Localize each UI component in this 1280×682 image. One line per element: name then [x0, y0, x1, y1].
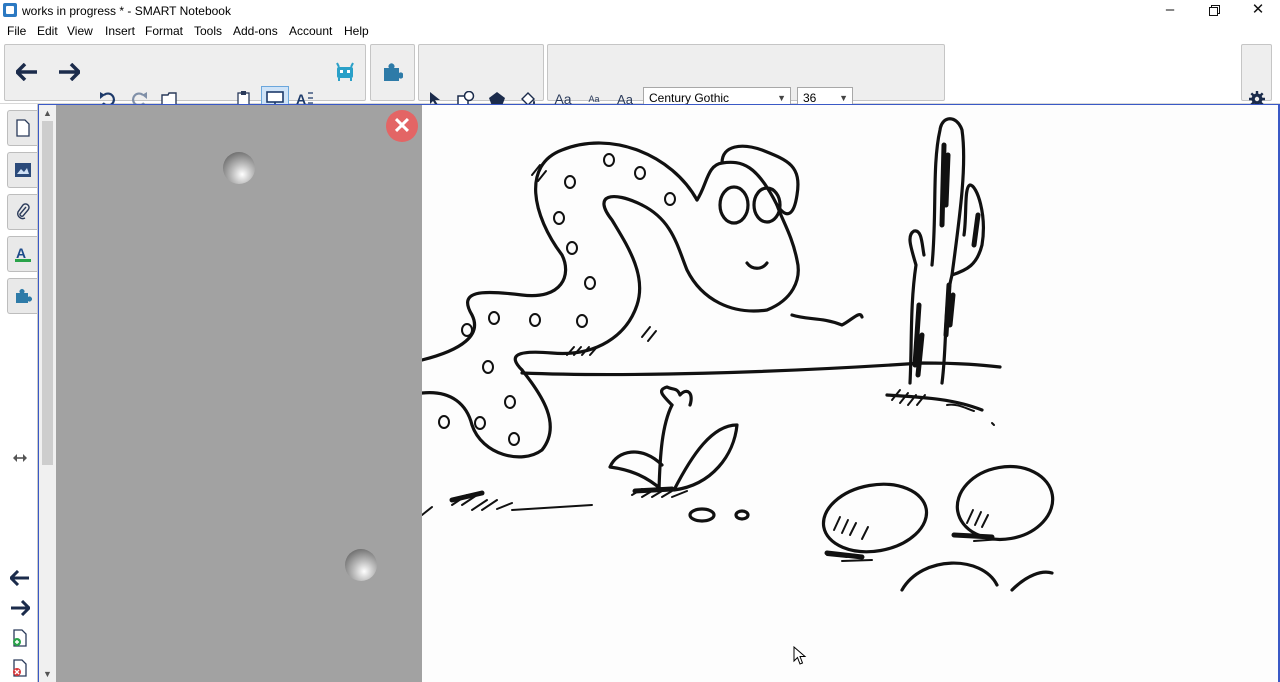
whiteboard-canvas[interactable]	[422, 104, 1280, 682]
menu-file[interactable]: File	[7, 24, 26, 38]
delete-page-icon	[13, 659, 27, 677]
gray-sphere-object[interactable]	[223, 152, 255, 184]
svg-text:A: A	[16, 245, 26, 261]
add-page-icon	[13, 629, 27, 647]
scroll-thumb[interactable]	[42, 121, 53, 465]
title-bar: works in progress * - SMART Notebook – ✕	[0, 0, 1280, 22]
close-panel-button[interactable]: ✕	[386, 110, 418, 142]
horizontal-resize-icon	[13, 454, 27, 462]
menu-tools[interactable]: Tools	[194, 24, 222, 38]
tab-attachments[interactable]	[7, 194, 37, 230]
arrow-left-icon	[16, 63, 37, 81]
close-window-button[interactable]: ✕	[1236, 0, 1280, 22]
next-page-icon	[11, 600, 30, 616]
tab-properties[interactable]: A	[7, 236, 37, 272]
font-family-value: Century Gothic	[649, 91, 730, 105]
puzzle-icon	[384, 63, 403, 81]
scroll-up-button[interactable]: ▲	[39, 105, 56, 121]
close-icon: ✕	[1251, 1, 1265, 18]
chevron-up-icon: ▲	[43, 108, 52, 118]
menu-view[interactable]: View	[67, 24, 93, 38]
minimize-button[interactable]: –	[1148, 0, 1192, 22]
menu-format[interactable]: Format	[145, 24, 183, 38]
sidebar-next-page-button[interactable]	[8, 597, 32, 619]
smart-notebook-window: works in progress * - SMART Notebook – ✕…	[0, 0, 1280, 682]
menu-edit[interactable]: Edit	[37, 24, 58, 38]
side-tab-rail: A	[0, 104, 38, 682]
tab-page-sorter[interactable]	[7, 110, 37, 146]
page-sorter-panel[interactable]: ▲ ▼	[38, 104, 422, 682]
mouse-cursor-icon	[793, 645, 807, 671]
sorter-scrollbar[interactable]: ▲ ▼	[39, 105, 56, 682]
add-ons-icon	[15, 289, 32, 303]
snake-cactus-drawing[interactable]	[422, 105, 1278, 681]
properties-icon: A	[14, 245, 31, 262]
minimize-icon: –	[1165, 1, 1175, 18]
lab-activity-button[interactable]	[326, 45, 364, 99]
tab-gallery[interactable]	[7, 152, 37, 188]
sidebar-add-page-button[interactable]	[8, 627, 32, 649]
scroll-down-button[interactable]: ▼	[39, 666, 56, 682]
page-sorter-icon	[15, 119, 30, 137]
sidebar-previous-page-button[interactable]	[8, 567, 32, 589]
gray-sphere-object[interactable]	[345, 549, 377, 581]
menu-account[interactable]: Account	[289, 24, 332, 38]
restore-icon	[1208, 5, 1220, 16]
next-page-button[interactable]	[50, 45, 88, 99]
restore-button[interactable]	[1192, 0, 1236, 22]
arrow-right-icon	[59, 63, 80, 81]
gallery-icon	[14, 163, 31, 177]
close-x-icon: ✕	[392, 113, 412, 138]
tab-add-ons[interactable]	[7, 278, 37, 314]
sidebar-delete-page-button[interactable]	[8, 657, 32, 679]
monster-icon	[336, 62, 354, 81]
menu-bar: File Edit View Insert Format Tools Add-o…	[0, 22, 1280, 40]
main-toolbar: A Aa Aa Aa Century Gothic ▼ 36 ▼	[0, 40, 1280, 140]
menu-insert[interactable]: Insert	[105, 24, 135, 38]
smart-notebook-app-icon	[3, 3, 17, 17]
menu-help[interactable]: Help	[344, 24, 369, 38]
add-ons-button[interactable]	[373, 45, 411, 99]
attachments-icon	[16, 203, 30, 220]
window-title: works in progress * - SMART Notebook	[22, 4, 231, 18]
menu-add-ons[interactable]: Add-ons	[233, 24, 278, 38]
chevron-down-icon: ▼	[43, 669, 52, 679]
resize-sidebar-handle[interactable]	[8, 447, 32, 469]
previous-page-button[interactable]	[8, 45, 46, 99]
font-size-aa-small: Aa	[588, 94, 600, 104]
previous-page-icon	[10, 570, 29, 586]
font-size-value: 36	[803, 91, 817, 105]
